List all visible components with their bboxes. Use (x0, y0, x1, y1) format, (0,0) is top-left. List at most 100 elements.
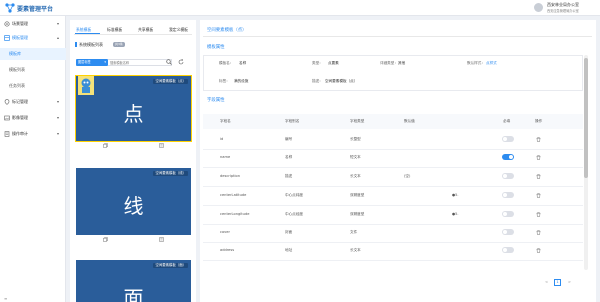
refresh-icon[interactable] (178, 59, 184, 65)
template-card-polygon[interactable]: 空间要素模板（面） 面 (76, 260, 191, 302)
required-toggle[interactable] (502, 192, 514, 198)
field-name: address (220, 248, 235, 252)
image-icon (4, 115, 10, 121)
copy-icon[interactable] (103, 143, 108, 148)
card-badge: 空间要素模板（线） (153, 171, 188, 176)
row-divider (203, 242, 583, 243)
row-divider (203, 186, 583, 187)
copy-icon[interactable] (103, 237, 108, 242)
top-bar: 要素管理平台 西安林业局办公室 西安应急管理局办公室 (0, 0, 600, 16)
row-divider (203, 149, 583, 150)
template-card-line[interactable]: 空间要素模板（线） 线 (76, 168, 191, 235)
info-value: 点要素 (328, 61, 339, 65)
info-label: 默认样式： (467, 61, 485, 65)
card-badge: 空间要素模板（点） (153, 79, 188, 84)
field-alias: 地址 (285, 248, 293, 252)
sidebar-subitem-template-list[interactable]: 模板列表 (0, 64, 66, 76)
required-toggle[interactable] (502, 136, 514, 142)
view-detail-icon[interactable] (159, 237, 164, 242)
scrollbar-thumb[interactable] (584, 58, 588, 178)
field-type: 双精度型 (350, 193, 365, 197)
required-toggle[interactable] (502, 229, 514, 235)
filter-select[interactable]: 图层标签 ▾ (76, 59, 108, 66)
tabs-divider (74, 34, 192, 35)
tab-standard-templates[interactable]: 标准模板 (107, 27, 122, 33)
field-type: 文件 (350, 230, 358, 234)
pagination-next[interactable]: > (566, 279, 573, 286)
row-divider (203, 205, 583, 206)
sidebar-item-template[interactable]: 模板管理 ▴ (0, 32, 66, 44)
sidebar-item-marker[interactable]: 标记管理 ▾ (0, 96, 66, 108)
sidebar-item-label: 模板列表 (9, 67, 25, 72)
required-toggle[interactable] (502, 173, 514, 179)
search-icon[interactable] (166, 59, 172, 65)
chevron-down-icon: ▾ (57, 99, 60, 104)
row-divider (203, 167, 583, 168)
field-alias: 中心点纬度 (285, 193, 303, 197)
sidebar-subitem-template-library[interactable]: 模板库 (0, 48, 66, 60)
column-header: 操作 (535, 119, 543, 123)
default-style-link[interactable]: 点样式 (486, 61, 497, 66)
card-actions (76, 142, 191, 150)
field-precision: ●5. (452, 193, 459, 197)
delete-icon[interactable] (536, 193, 541, 198)
field-name: cover (220, 230, 230, 234)
avatar[interactable] (533, 2, 544, 13)
column-header: 字段别名 (285, 119, 300, 123)
template-icon (4, 35, 10, 41)
info-label: 详细类型： (380, 61, 398, 65)
section-marker (75, 42, 77, 47)
required-toggle[interactable] (502, 211, 514, 217)
sidebar-item-scene[interactable]: 场景管理 ▾ (0, 18, 66, 30)
field-alias: 描述 (285, 174, 293, 178)
delete-icon[interactable] (536, 174, 541, 179)
title-divider (203, 36, 592, 37)
document-icon (4, 131, 10, 137)
field-type: 长整型 (350, 137, 361, 141)
delete-icon[interactable] (536, 212, 541, 217)
sidebar-item-label: 模板管理 (12, 35, 28, 40)
card-glyph: 点 (123, 102, 144, 126)
info-value: 空间要素模板（点） (325, 79, 358, 83)
field-alias: 名称 (285, 155, 293, 159)
sidebar-item-imagery[interactable]: 影像管理 ▾ (0, 112, 66, 124)
pagination-prev[interactable]: < (543, 279, 550, 286)
info-label: 标签： (219, 79, 230, 83)
pagination-current[interactable]: 1 (554, 279, 561, 286)
sidebar-item-label: 影像管理 (12, 115, 28, 120)
info-label: 模板名： (219, 61, 234, 65)
chevron-down-icon: ▾ (57, 21, 60, 26)
tab-custom-templates[interactable]: 我定义模板 (169, 27, 188, 33)
sidebar-item-label: 任务列表 (9, 83, 25, 88)
field-alias: 编号 (285, 137, 293, 141)
card-glyph: 面 (123, 286, 144, 302)
info-value: 其他 (398, 61, 406, 65)
tab-shared-templates[interactable]: 共享模板 (138, 27, 153, 33)
sidebar-subitem-task-list[interactable]: 任务列表 (0, 80, 66, 92)
field-type: 长文本 (350, 248, 361, 252)
detail-title: 空间要素模板（点） (207, 28, 247, 33)
delete-icon[interactable] (536, 155, 541, 160)
card-glyph: 线 (123, 194, 144, 218)
app-logo-icon (5, 3, 15, 13)
card-actions (76, 236, 191, 244)
sidebar: 场景管理 ▾ 模板管理 ▴ 模板库 模板列表 任务列表 标记管理 ▾ 影像管理 … (0, 16, 66, 302)
app-title: 要素管理平台 (17, 6, 54, 13)
field-name: centerLatitude (220, 193, 247, 197)
delete-icon[interactable] (536, 248, 541, 253)
delete-icon[interactable] (536, 137, 541, 142)
collapse-menu-icon[interactable]: ≡ (4, 296, 7, 301)
field-name: centerLongitude (220, 212, 250, 216)
sidebar-item-label: 操作审计 (12, 131, 28, 136)
required-toggle[interactable] (502, 247, 514, 253)
filter-select-value: 图层标签 (78, 60, 91, 64)
search-input[interactable] (108, 59, 172, 66)
mascot-icon (78, 76, 94, 95)
sidebar-item-audit[interactable]: 操作审计 ▾ (0, 128, 66, 140)
row-divider (203, 260, 583, 261)
field-name: name (220, 155, 231, 159)
delete-icon[interactable] (536, 230, 541, 235)
required-toggle[interactable] (502, 154, 514, 160)
view-detail-icon[interactable] (159, 143, 164, 148)
info-value: 满的设施 (234, 79, 249, 83)
